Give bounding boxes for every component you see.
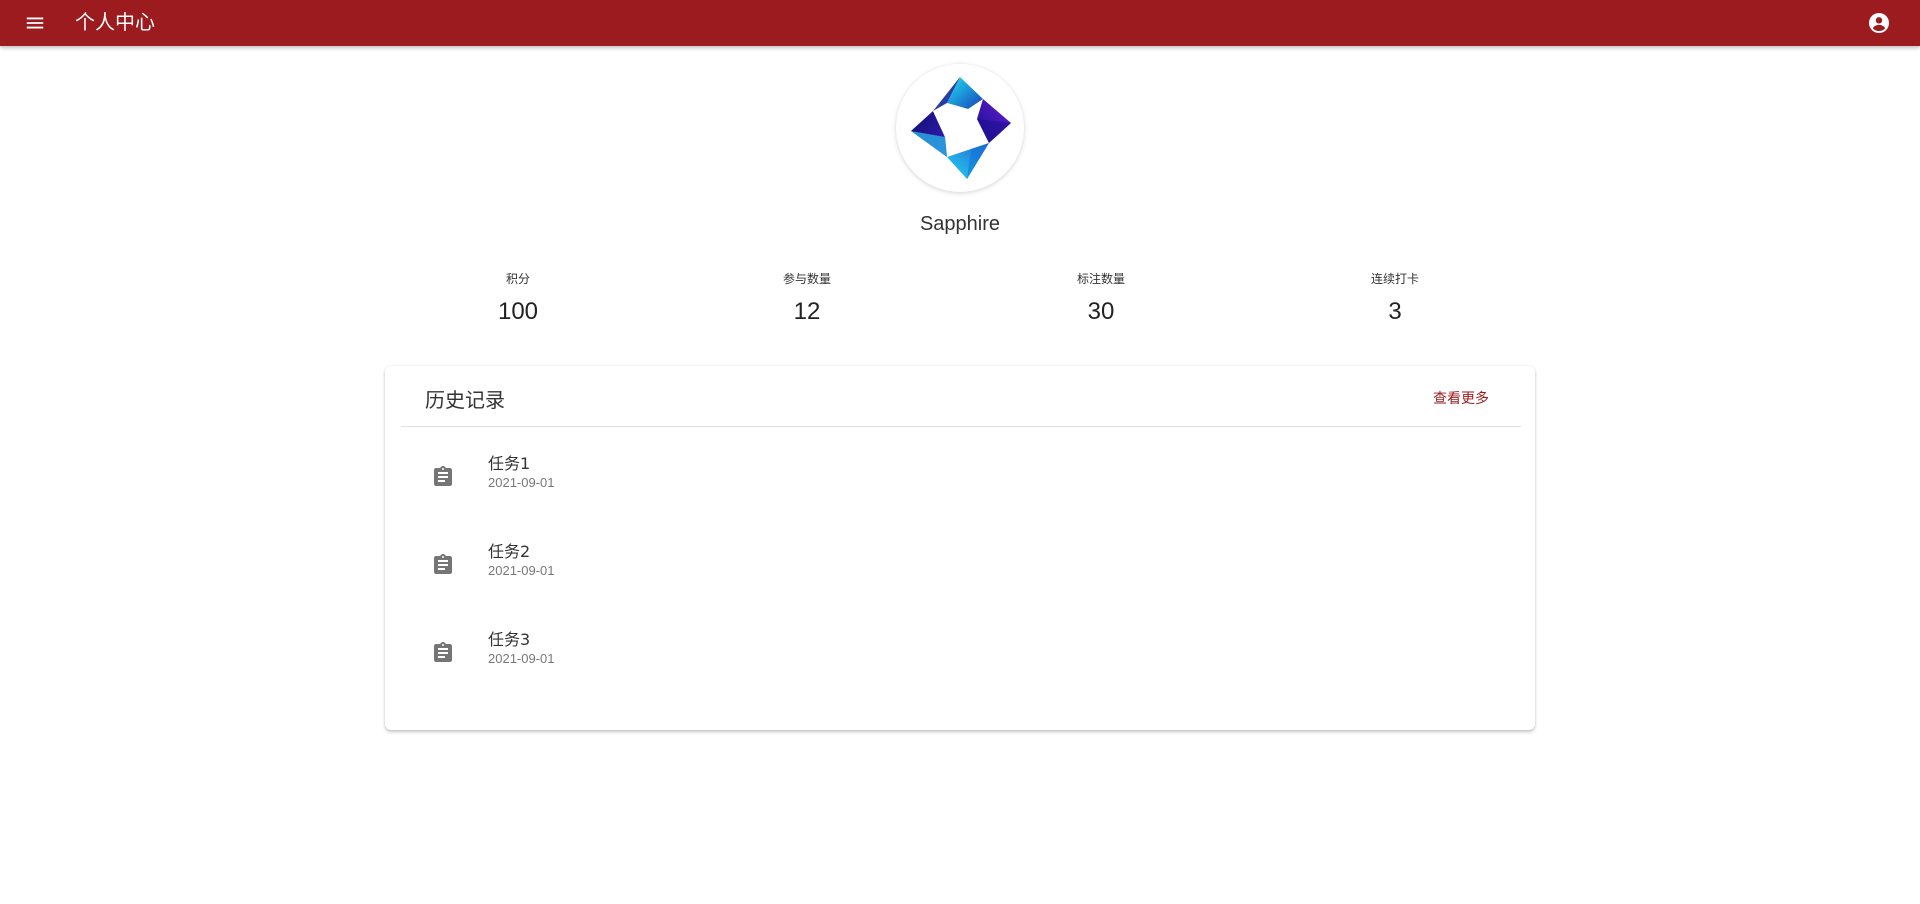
view-more-button[interactable]: 查看更多	[1433, 388, 1489, 408]
stat-checkin: 连续打卡 3	[1295, 270, 1495, 326]
task-date: 2021-09-01	[488, 651, 555, 666]
task-name: 任务2	[488, 542, 531, 561]
clipboard-icon	[434, 554, 452, 574]
stat-annotations: 标注数量 30	[1001, 270, 1201, 326]
stat-label: 连续打卡	[1370, 272, 1419, 286]
stat-participation: 参与数量 12	[707, 270, 907, 326]
username: Sapphire	[919, 213, 1001, 235]
history-card: 历史记录 查看更多 任务1 2021-09-01 任务2 2021-09-01 …	[385, 366, 1535, 730]
stat-points: 积分 100	[418, 270, 618, 326]
clipboard-icon	[434, 642, 452, 662]
account-button[interactable]	[1864, 8, 1894, 38]
stat-value: 100	[497, 298, 539, 325]
menu-button[interactable]	[20, 8, 50, 38]
stat-value: 30	[1087, 298, 1115, 325]
avatar	[896, 64, 1024, 192]
list-item[interactable]: 任务3 2021-09-01	[385, 626, 1535, 714]
sapphire-logo-icon	[911, 77, 1011, 179]
clipboard-icon	[434, 466, 452, 486]
list-item[interactable]: 任务1 2021-09-01	[385, 450, 1535, 538]
task-date: 2021-09-01	[488, 563, 555, 578]
stats-row: 积分 100 参与数量 12 标注数量 30 连续打卡 3	[383, 270, 1537, 336]
task-name: 任务3	[488, 630, 531, 649]
history-header: 历史记录 查看更多	[401, 366, 1521, 427]
task-name: 任务1	[488, 454, 531, 473]
stat-value: 12	[793, 298, 821, 325]
app-bar: 个人中心	[0, 0, 1920, 46]
list-item[interactable]: 任务2 2021-09-01	[385, 538, 1535, 626]
page-title: 个人中心	[75, 10, 155, 34]
history-list: 任务1 2021-09-01 任务2 2021-09-01 任务3 2021-0…	[385, 450, 1535, 714]
history-title: 历史记录	[425, 388, 505, 412]
account-circle-icon	[1869, 13, 1889, 33]
stat-label: 积分	[505, 272, 530, 286]
menu-icon	[26, 17, 44, 29]
stat-value: 3	[1388, 298, 1402, 325]
stat-label: 参与数量	[782, 272, 831, 286]
stat-label: 标注数量	[1076, 272, 1125, 286]
task-date: 2021-09-01	[488, 475, 555, 490]
